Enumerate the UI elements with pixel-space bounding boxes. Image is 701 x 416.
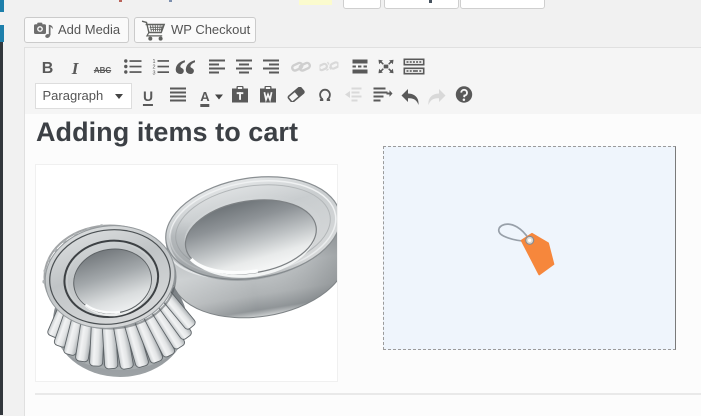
svg-text:3: 3	[152, 70, 155, 74]
